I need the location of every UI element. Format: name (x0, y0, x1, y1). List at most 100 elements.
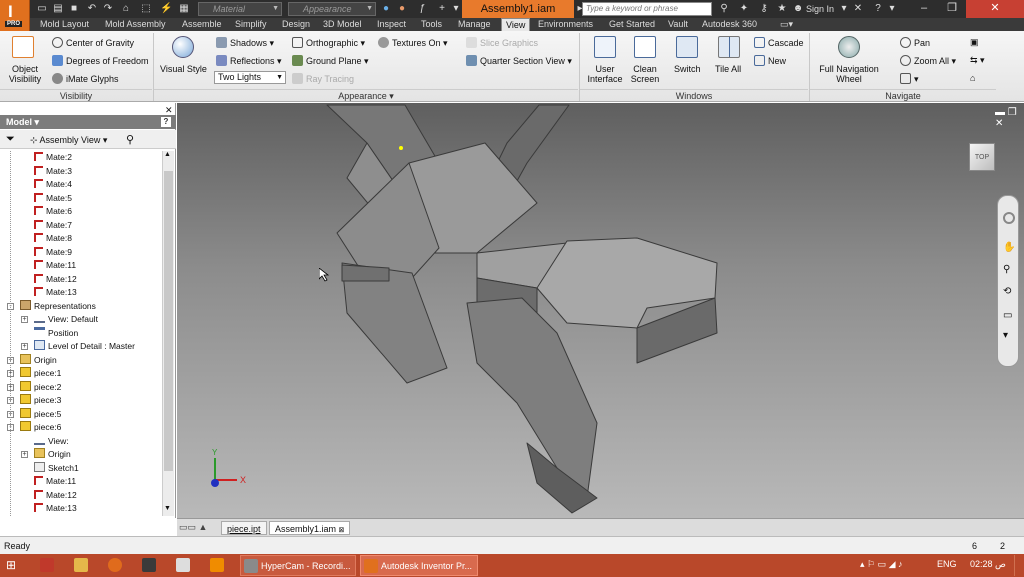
tree-item[interactable]: + Origin (7, 353, 57, 367)
orbit-nav-icon[interactable]: ⟲ (1003, 286, 1011, 297)
taskbar-hypercam[interactable]: HyperCam - Recordi... (240, 555, 356, 576)
orbit-button[interactable]: ▾ (900, 73, 919, 85)
tab-view[interactable]: View (501, 18, 531, 31)
lighting-dropdown[interactable]: Two Lights ▼ (214, 71, 286, 84)
tab-layout-icons[interactable]: ▭▭ ▲ (179, 522, 207, 533)
tree-item[interactable]: Mate:9 (34, 246, 72, 259)
expand-icon[interactable]: + (21, 343, 28, 350)
update-icon[interactable]: ⚡ (160, 3, 172, 14)
shadows-button[interactable]: Shadows ▾ (216, 37, 274, 49)
tree-item[interactable]: + piece:3 (7, 394, 61, 407)
tray-icons[interactable]: ▴ ⚐ ▭ ◢ ♪ (860, 559, 903, 570)
tab-simplify[interactable]: Simplify (235, 18, 267, 31)
view-cube[interactable]: TOP (969, 143, 995, 171)
steering-wheel-icon[interactable] (1003, 212, 1015, 224)
restore-button[interactable]: ❐ (938, 0, 966, 18)
tab-inspect[interactable]: Inspect (377, 18, 406, 31)
zoom-all-button[interactable]: Zoom All ▾ (900, 55, 956, 67)
help-icon[interactable]: ? (872, 3, 884, 14)
tab-environments[interactable]: Environments (538, 18, 593, 31)
scrollbar-thumb[interactable] (164, 171, 173, 471)
assembly-model[interactable]: Y X (177, 103, 1024, 518)
user-interface-button[interactable]: User Interface (586, 64, 624, 84)
find-binoculars-icon[interactable]: ⚲ (126, 133, 134, 146)
tab-autodesk-360[interactable]: Autodesk 360 (702, 18, 757, 31)
tab-3d-model[interactable]: 3D Model (323, 18, 362, 31)
redo-icon[interactable]: ↷ (102, 3, 114, 14)
new-window-button[interactable]: New (754, 55, 786, 67)
object-visibility-button[interactable]: Object Visibility (8, 64, 42, 84)
media-icon[interactable] (176, 558, 190, 572)
tree-item[interactable]: Mate:7 (34, 219, 72, 232)
favorites-icon[interactable]: ★ (776, 3, 788, 14)
taskbar-inventor[interactable]: Autodesk Inventor Pr... (360, 555, 478, 576)
material-dropdown[interactable]: Material ▼ (198, 2, 282, 16)
color-override-icon[interactable]: ● (380, 3, 392, 14)
textures-on-button[interactable]: Textures On ▾ (378, 37, 448, 49)
browser-header[interactable]: Model ▾ ? (0, 115, 176, 129)
tree-item[interactable]: Position (34, 326, 78, 340)
show-desktop-button[interactable] (1014, 555, 1024, 576)
tab-tools[interactable]: Tools (421, 18, 442, 31)
view-face-icon[interactable]: ▣ (970, 37, 979, 48)
tree-item[interactable]: Sketch1 (34, 461, 79, 475)
doc-tab-assembly[interactable]: Assembly1.iam ⊠ (269, 521, 351, 535)
reflections-button[interactable]: Reflections ▾ (216, 55, 282, 67)
tree-item[interactable]: Mate:2 (34, 151, 72, 164)
measure-icon[interactable]: ▦ (178, 3, 190, 14)
tree-item[interactable]: View: (34, 435, 69, 448)
firefox-icon[interactable] (108, 558, 122, 572)
tree-item[interactable]: + piece:2 (7, 380, 61, 394)
user-icon[interactable]: ☻ (792, 3, 804, 14)
full-navigation-wheel-button[interactable]: Full Navigation Wheel (818, 64, 880, 84)
visual-style-button[interactable]: Visual Style (160, 64, 207, 75)
scroll-up-icon[interactable]: ▲ (164, 151, 171, 158)
center-of-gravity-button[interactable]: Center of Gravity (52, 37, 134, 49)
orthographic-button[interactable]: Orthographic ▾ (292, 37, 365, 49)
clean-screen-button[interactable]: Clean Screen (628, 64, 662, 84)
app-menu-button[interactable]: I PRO (0, 0, 30, 31)
assembly-view-dropdown[interactable]: ⊹ Assembly View ▾ (30, 135, 107, 146)
tree-item[interactable]: + piece:5 (7, 407, 61, 421)
clear-override-icon[interactable]: ● (396, 3, 408, 14)
language-indicator[interactable]: ENG (937, 559, 957, 569)
tree-item[interactable]: Mate:8 (34, 232, 72, 245)
help-search-input[interactable]: Type a keyword or phrase (582, 2, 712, 16)
help-menu-icon[interactable]: ▾ (886, 3, 898, 14)
open-icon[interactable]: ▤ (52, 3, 64, 14)
tree-item[interactable]: Mate:3 (34, 165, 72, 178)
tab-assemble[interactable]: Assemble (182, 18, 222, 31)
doc-tab-piece[interactable]: piece.ipt (221, 521, 267, 535)
minimize-button[interactable]: – (910, 0, 938, 18)
tab-design[interactable]: Design (282, 18, 310, 31)
vlc-icon[interactable] (210, 558, 224, 572)
viewport-window-controls[interactable]: ▬ ❐ ✕ (995, 107, 1024, 129)
select-icon[interactable]: ⬚ (140, 3, 152, 14)
save-icon[interactable]: ■ (68, 3, 80, 14)
qat-menu-icon[interactable]: ▾ (450, 3, 462, 14)
tree-item[interactable]: Mate:13 (34, 286, 77, 299)
binoculars-icon[interactable]: ⚲ (718, 3, 730, 14)
tree-item[interactable]: + Origin (21, 448, 71, 461)
graphics-viewport[interactable]: Y X ▬ ❐ ✕ TOP ✋ ⚲ ⟲ ▭ ▾ (177, 103, 1024, 518)
pan-icon[interactable]: ✋ (1003, 242, 1015, 253)
pan-button[interactable]: Pan (900, 37, 930, 49)
tab-manage[interactable]: Manage (458, 18, 491, 31)
tree-item[interactable]: Mate:11 (34, 475, 76, 488)
quarter-section-button[interactable]: Quarter Section View ▾ (466, 55, 572, 67)
slice-graphics-button[interactable]: Slice Graphics (466, 37, 538, 49)
key-icon[interactable]: ⚷ (758, 3, 770, 14)
tree-item[interactable]: + View: Default (21, 313, 98, 326)
previous-view-icon[interactable]: ⇆ ▾ (970, 55, 985, 66)
degrees-of-freedom-button[interactable]: Degrees of Freedom (52, 55, 149, 67)
tree-item[interactable]: Mate:12 (34, 273, 77, 286)
home-icon[interactable]: ⌂ (120, 3, 132, 14)
close-button[interactable]: ✕ (966, 0, 1024, 18)
tile-all-button[interactable]: Tile All (715, 64, 741, 75)
nav-options-icon[interactable]: ▾ (1003, 330, 1008, 341)
tab-mold-assembly[interactable]: Mold Assembly (105, 18, 166, 31)
home-view-icon[interactable]: ⌂ (970, 73, 975, 84)
filter-icon[interactable]: ⏷ (6, 133, 15, 146)
tree-item[interactable]: Mate:5 (34, 192, 72, 205)
cascade-button[interactable]: Cascade (754, 37, 804, 49)
